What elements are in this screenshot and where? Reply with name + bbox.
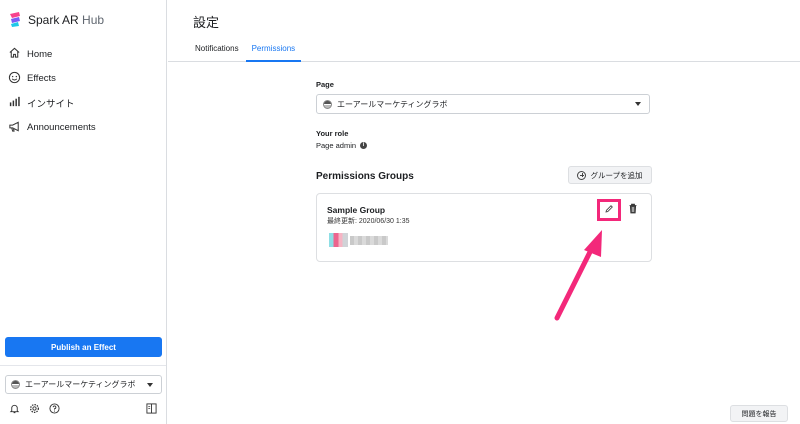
sidebar-nav: Home Effects インサイト Announcements [0, 42, 166, 140]
permissions-content: Page エーアールマーケティングラボ Your role Page admin… [316, 80, 652, 262]
page-selector-label: エーアールマーケティングラボ [25, 380, 136, 389]
role-block: Your role Page admin i [316, 129, 652, 150]
sidebar: Spark AR Hub Home Effects インサイト Announce… [0, 0, 167, 424]
add-group-button[interactable]: グループを追加 [568, 166, 652, 184]
bell-icon[interactable] [9, 403, 20, 416]
smiley-icon [8, 71, 27, 87]
tab-permissions[interactable]: Permissions [245, 44, 302, 62]
sidebar-item-insights[interactable]: インサイト [0, 91, 166, 116]
member-name-redacted [350, 236, 388, 245]
panel-toggle-icon[interactable] [146, 403, 157, 416]
brand-name: Spark AR Hub [28, 13, 105, 27]
chevron-down-icon [147, 383, 153, 387]
page-dropdown[interactable]: エーアールマーケティングラボ [316, 94, 650, 114]
edit-group-button[interactable] [597, 199, 621, 221]
report-problem-button[interactable]: 問題を報告 [730, 405, 788, 422]
plus-circle-icon [577, 170, 587, 180]
settings-tabs: Notifications Permissions [195, 44, 314, 62]
pencil-icon [604, 204, 614, 216]
publish-effect-button[interactable]: Publish an Effect [5, 337, 162, 357]
page-title: 設定 [193, 15, 220, 30]
main-header: 設定 Notifications Permissions [168, 0, 800, 62]
page-avatar [11, 380, 20, 389]
role-value-text: Page admin [316, 141, 357, 150]
info-icon[interactable]: i [360, 142, 368, 149]
group-last-updated: 最終更新: 2020/06/30 1:35 [327, 218, 410, 225]
page-selector[interactable]: エーアールマーケティングラボ [5, 375, 162, 394]
sidebar-item-label: Announcements [27, 122, 96, 134]
page-avatar [323, 99, 332, 109]
page-dropdown-value: エーアールマーケティングラボ [337, 99, 448, 109]
role-label: Your role [316, 129, 349, 138]
permissions-groups-header: Permissions Groups グループを追加 [316, 165, 652, 185]
annotation-arrow [554, 230, 602, 321]
role-value: Page admin i [316, 141, 652, 150]
chevron-down-icon [635, 102, 641, 106]
gear-icon[interactable] [29, 403, 40, 416]
sidebar-item-label: インサイト [27, 99, 75, 111]
sidebar-divider [0, 365, 166, 366]
home-icon [8, 46, 27, 62]
sidebar-item-label: Effects [27, 73, 56, 85]
member-avatar [329, 233, 348, 247]
add-group-label: グループを追加 [590, 170, 643, 180]
sidebar-item-home[interactable]: Home [0, 42, 166, 67]
megaphone-icon [8, 120, 27, 136]
permissions-groups-title: Permissions Groups [316, 171, 414, 182]
sidebar-footer [9, 403, 159, 416]
group-name: Sample Group [327, 205, 386, 215]
help-icon[interactable] [49, 403, 60, 416]
tab-notifications[interactable]: Notifications [195, 44, 239, 62]
spark-ar-logo-icon [8, 11, 22, 29]
page-label: Page [316, 80, 334, 89]
sidebar-item-announcements[interactable]: Announcements [0, 116, 166, 141]
brand[interactable]: Spark AR Hub [8, 11, 104, 29]
sidebar-item-effects[interactable]: Effects [0, 67, 166, 92]
trash-icon [628, 203, 638, 216]
sidebar-item-label: Home [27, 48, 53, 60]
delete-group-button[interactable] [628, 203, 638, 216]
bar-chart-icon [8, 95, 27, 111]
